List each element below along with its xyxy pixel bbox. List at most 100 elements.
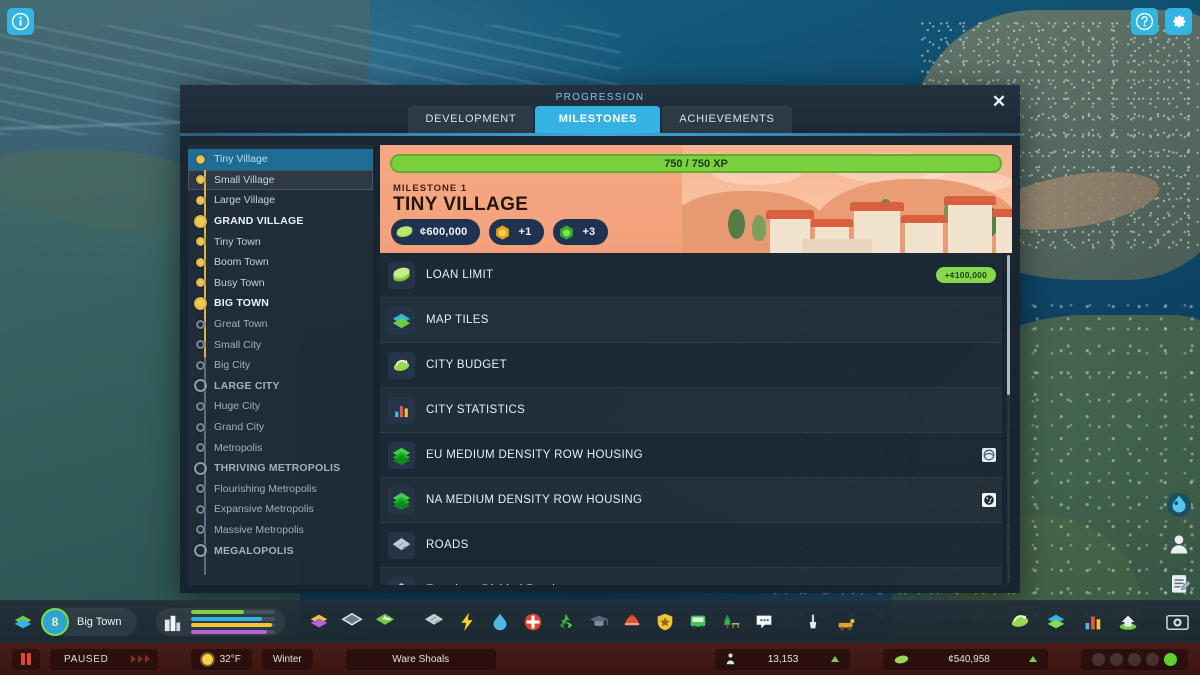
happiness-face-icon[interactable] [1164, 652, 1177, 666]
simulation-speed-group: PAUSED [50, 648, 158, 670]
milestone-row[interactable]: GRAND VILLAGE [188, 211, 373, 232]
area-tool-button[interactable] [337, 607, 367, 637]
healthcare-tool-button[interactable] [518, 607, 548, 637]
electricity-tool-button[interactable] [452, 607, 482, 637]
happiness-indicator[interactable] [1081, 648, 1188, 670]
money-indicator[interactable]: ¢540,958 [883, 648, 1048, 670]
city-name-indicator[interactable]: Ware Shoals [345, 648, 496, 670]
milestone-row[interactable]: Small Village [188, 169, 373, 191]
milestone-row[interactable]: THRIVING METROPOLIS [188, 458, 373, 479]
landscaping-tool-button[interactable] [370, 607, 400, 637]
demand-indicator[interactable] [156, 608, 286, 636]
milestone-row[interactable]: BIG TOWN [188, 293, 373, 314]
unlock-row[interactable]: EU MEDIUM DENSITY ROW HOUSING [380, 433, 1002, 478]
unlock-row[interactable]: ROADS [380, 523, 1002, 568]
speed-buttons[interactable] [123, 655, 158, 663]
happiness-face-icon[interactable] [1092, 652, 1105, 666]
demand-bar-residential-medium [191, 616, 276, 621]
reward-value: +1 [518, 226, 532, 238]
milestone-row[interactable]: Small City [188, 334, 373, 355]
water-tool-button[interactable] [485, 607, 515, 637]
info-button[interactable] [7, 8, 34, 35]
reward-chip: +1 [489, 219, 545, 245]
milestone-row[interactable]: Great Town [188, 314, 373, 335]
milestone-node-icon [196, 525, 205, 535]
money-trend-up-icon [1029, 656, 1037, 662]
statistics-icon [388, 396, 415, 424]
milestone-list[interactable]: Tiny Village Small Village Large Village GR… [188, 145, 373, 585]
milestone-row-label: Tiny Village [214, 153, 268, 166]
zoning-icon [311, 614, 328, 628]
milestone-row[interactable]: Boom Town [188, 252, 373, 273]
happiness-face-icon[interactable] [1110, 652, 1123, 666]
unlock-list[interactable]: LOAN LIMIT +¢100,000 MAP TILES CITY BUDGET C… [380, 253, 1012, 585]
police-tool-button[interactable] [650, 607, 680, 637]
milestone-row[interactable]: Huge City [188, 396, 373, 417]
milestone-node-icon [196, 195, 205, 205]
unlock-row[interactable]: CITY BUDGET [380, 343, 1002, 388]
education-tool-button[interactable] [584, 607, 614, 637]
statistics-button[interactable] [1077, 607, 1107, 637]
reward-chips: ¢600,000 +1 +3 [391, 219, 609, 245]
demand-bars [191, 610, 276, 634]
weather-button[interactable] [1164, 490, 1194, 520]
happiness-face-icon[interactable] [1128, 652, 1141, 666]
milestone-row[interactable]: Metropolis [188, 437, 373, 458]
transportation-tool-button[interactable] [683, 607, 713, 637]
garbage-tool-button[interactable] [551, 607, 581, 637]
milestone-row[interactable]: Grand City [188, 417, 373, 438]
milestone-row[interactable]: LARGE CITY [188, 376, 373, 397]
notes-button[interactable] [1164, 568, 1194, 598]
scrollbar-thumb[interactable] [1007, 255, 1010, 395]
citizen-button[interactable] [1164, 529, 1194, 559]
budget-icon [1011, 615, 1029, 627]
milestone-node-icon [196, 278, 205, 288]
tab-milestones[interactable]: MILESTONES [535, 106, 661, 133]
pause-button[interactable] [12, 648, 40, 670]
zoning-tool-button[interactable] [304, 607, 334, 637]
zoning-tool-button[interactable] [8, 607, 38, 637]
settings-button[interactable] [1165, 8, 1192, 35]
milestone-node-icon [196, 504, 205, 514]
map-tiles-button[interactable] [1041, 607, 1071, 637]
milestone-row[interactable]: Tiny Town [188, 231, 373, 252]
parks-tool-button[interactable] [716, 607, 746, 637]
milestone-row[interactable]: Busy Town [188, 273, 373, 294]
simulation-state-label: PAUSED [64, 653, 109, 665]
unlock-row[interactable]: LOAN LIMIT +¢100,000 [380, 253, 1002, 298]
milestone-row[interactable]: MEGALOPOLIS [188, 540, 373, 561]
construction-tool-button[interactable] [831, 607, 861, 637]
bulldoze-tool-button[interactable] [798, 607, 828, 637]
garbage-icon [560, 613, 573, 629]
help-button[interactable] [1131, 8, 1158, 35]
unlock-row[interactable]: MAP TILES [380, 298, 1002, 343]
season-indicator[interactable]: Winter [261, 648, 313, 670]
population-icon [726, 653, 735, 665]
milestone-row[interactable]: Flourishing Metropolis [188, 479, 373, 500]
milestone-node-icon [194, 214, 207, 228]
photo-mode-button[interactable] [1162, 607, 1192, 637]
milestone-row[interactable]: Expansive Metropolis [188, 499, 373, 520]
milestone-row[interactable]: Massive Metropolis [188, 520, 373, 541]
electricity-icon [461, 612, 473, 632]
unlock-row[interactable]: Four-lane Divided Road [380, 568, 1002, 585]
unlock-row[interactable]: CITY STATISTICS [380, 388, 1002, 433]
milestone-row[interactable]: Big City [188, 355, 373, 376]
tab-development[interactable]: DEVELOPMENT [408, 106, 534, 133]
roads-tool-button[interactable] [419, 607, 449, 637]
info-views-button[interactable] [1113, 607, 1143, 637]
budget-button[interactable] [1005, 607, 1035, 637]
communications-tool-button[interactable] [749, 607, 779, 637]
milestone-row[interactable]: Tiny Village [188, 149, 373, 170]
milestone-row[interactable]: Large Village [188, 190, 373, 211]
reward-value: +3 [582, 226, 596, 238]
fire-tool-button[interactable] [617, 607, 647, 637]
happiness-face-icon[interactable] [1146, 652, 1159, 666]
tab-achievements[interactable]: ACHIEVEMENTS [662, 106, 792, 133]
milestone-node-icon [194, 379, 207, 393]
progression-panel: PROGRESSION ✕ DEVELOPMENT MILESTONES ACHIE… [180, 85, 1020, 593]
unlock-row[interactable]: NA MEDIUM DENSITY ROW HOUSING [380, 478, 1002, 523]
weather-indicator[interactable]: 32°F [190, 648, 252, 670]
population-indicator[interactable]: 13,153 [715, 648, 850, 670]
milestone-indicator[interactable]: 8 Big Town [41, 608, 138, 636]
